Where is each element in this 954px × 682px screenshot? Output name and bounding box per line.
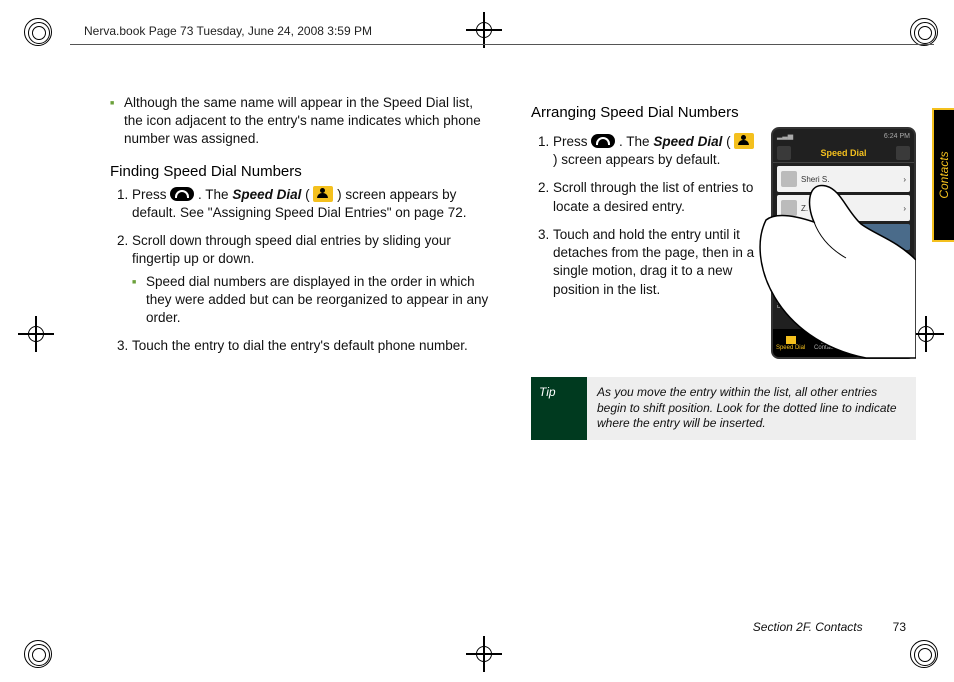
device-header: Speed Dial xyxy=(773,143,914,163)
speed-dial-icon xyxy=(734,133,754,149)
finding-step-3: Touch the entry to dial the entry's defa… xyxy=(132,337,495,355)
avatar-icon xyxy=(781,200,797,216)
device-header-left-button xyxy=(777,146,791,160)
avatar-icon xyxy=(781,229,797,245)
avatar-icon xyxy=(781,171,797,187)
section-tab: Contacts xyxy=(932,108,954,242)
home-key-icon xyxy=(170,187,194,201)
device-status-bar: ▂▃▅ 6:24 PM xyxy=(773,129,914,143)
page-content: Although the same name will appear in th… xyxy=(110,90,924,642)
nav-tab-contacts: Contacts xyxy=(808,329,843,357)
speed-dial-row: Z.› xyxy=(777,195,910,221)
home-key-icon xyxy=(591,134,615,148)
nav-tab-history: History xyxy=(844,329,879,357)
crop-mark-icon xyxy=(910,18,938,46)
footer-section: Section 2F. Contacts xyxy=(753,620,863,634)
finding-steps: Press . The Speed Dial ( ) screen appear… xyxy=(110,186,495,356)
device-screenshot: ▂▃▅ 6:24 PM Speed Dial Sheri S.› Z xyxy=(771,127,916,359)
heading-arranging: Arranging Speed Dial Numbers xyxy=(531,104,916,121)
crop-target-icon xyxy=(466,12,502,48)
tip-text: As you move the entry within the list, a… xyxy=(587,377,916,440)
signal-icon: ▂▃▅ xyxy=(777,132,793,140)
finding-step-2: Scroll down through speed dial entries b… xyxy=(132,232,495,327)
arranging-step-3: Touch and hold the entry until it detach… xyxy=(553,226,759,299)
arranging-step-1: Press . The Speed Dial ( ) screen appear… xyxy=(553,133,759,169)
device-title: Speed Dial xyxy=(791,148,896,158)
crop-mark-icon xyxy=(24,18,52,46)
tap-to-add-row: Tap to add+ xyxy=(777,282,910,308)
tip-box: Tip As you move the entry within the lis… xyxy=(531,377,916,440)
footer-page-number: 73 xyxy=(893,620,906,634)
device-nav: Speed Dial Contacts History Dialer xyxy=(773,329,914,357)
speed-dial-row: Sheri S.› xyxy=(777,166,910,192)
nav-tab-speed-dial: Speed Dial xyxy=(773,329,808,357)
arranging-steps: Press . The Speed Dial ( ) screen appear… xyxy=(531,133,759,299)
page-footer: Section 2F. Contacts 73 xyxy=(753,620,906,634)
nav-tab-dialer: Dialer xyxy=(879,329,914,357)
speed-dial-row: Wendy S.› xyxy=(777,253,910,279)
arranging-step-2: Scroll through the list of entries to lo… xyxy=(553,179,759,215)
intro-note: Although the same name will appear in th… xyxy=(110,94,495,149)
section-tab-label: Contacts xyxy=(937,151,951,198)
crop-mark-icon xyxy=(910,640,938,668)
crop-mark-icon xyxy=(24,640,52,668)
speed-dial-row-selected: Alex S. xyxy=(777,224,910,250)
device-time: 6:24 PM xyxy=(884,133,910,140)
tip-label: Tip xyxy=(531,377,587,440)
speed-dial-icon xyxy=(313,186,333,202)
device-header-right-button xyxy=(896,146,910,160)
heading-finding: Finding Speed Dial Numbers xyxy=(110,163,495,180)
left-column: Although the same name will appear in th… xyxy=(110,90,495,440)
right-column: Arranging Speed Dial Numbers Press . The… xyxy=(531,90,916,440)
speed-dial-term: Speed Dial xyxy=(232,187,301,202)
finding-step-2-sub: Speed dial numbers are displayed in the … xyxy=(132,273,495,328)
book-header: Nerva.book Page 73 Tuesday, June 24, 200… xyxy=(84,24,372,38)
finding-step-1: Press . The Speed Dial ( ) screen appear… xyxy=(132,186,495,222)
header-rule xyxy=(70,44,934,45)
avatar-icon xyxy=(781,258,797,274)
crop-target-icon xyxy=(18,316,54,352)
speed-dial-term: Speed Dial xyxy=(653,134,722,149)
